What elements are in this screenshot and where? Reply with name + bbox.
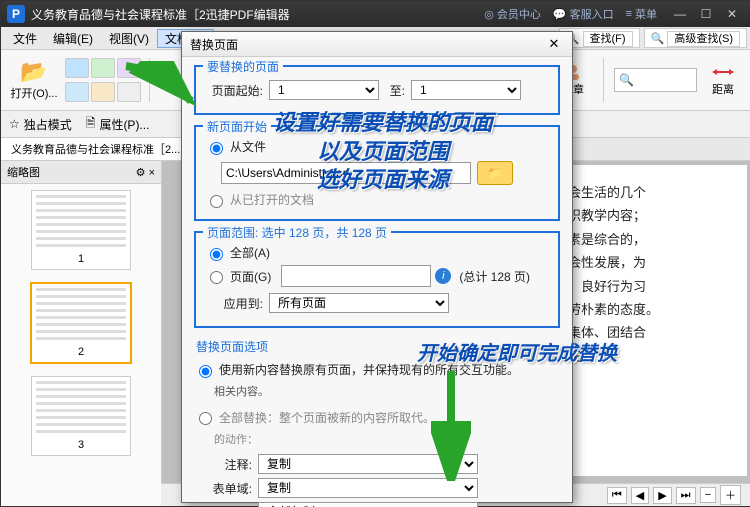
dialog-close-icon[interactable]: ✕ <box>544 36 564 52</box>
document-tab[interactable]: 义务教育品德与社会课程标准［2...× <box>1 138 204 160</box>
to-select[interactable]: 1 <box>411 80 521 100</box>
new-page-group: 新页面开始 从文件 📁 从已打开的文档 <box>194 125 560 221</box>
from-label: 页面起始: <box>205 82 263 99</box>
form-select[interactable]: 复制 <box>258 478 478 498</box>
distance-tool[interactable]: 距离 <box>703 60 743 100</box>
pages-to-replace-group: 要替换的页面 页面起始: 1 至: 1 <box>194 65 560 115</box>
search-input[interactable] <box>634 70 692 90</box>
feedback-link[interactable]: 💬 客服入口 <box>553 6 614 22</box>
from-file-radio[interactable] <box>210 142 223 155</box>
bookmark-label: 书签: <box>194 504 252 507</box>
search-box[interactable]: 🔍 <box>614 68 697 92</box>
min-button[interactable]: — <box>667 4 693 24</box>
pages-input[interactable] <box>281 265 431 287</box>
annotation-label: 注释: <box>194 456 252 473</box>
panel-close-icon[interactable]: × <box>149 167 155 179</box>
nav-next[interactable]: ▶ <box>653 487 671 504</box>
replace-content-radio[interactable] <box>199 365 212 378</box>
thumbnail-panel: 缩略图 ⚙ × 1 2 3 <box>1 161 162 506</box>
dialog-title: 替换页面 <box>190 36 544 53</box>
member-link[interactable]: ◎ 会员中心 <box>484 6 541 22</box>
window-title: 义务教育品德与社会课程标准［2迅捷PDF编辑器 <box>31 6 484 23</box>
tb-icon[interactable] <box>117 82 141 102</box>
menu-file[interactable]: 文件 <box>5 30 45 47</box>
toolbar-small-icons <box>65 58 139 102</box>
thumbnail-3[interactable]: 3 <box>31 376 131 456</box>
options-legend: 替换页面选项 <box>196 338 560 355</box>
menu-edit[interactable]: 编辑(E) <box>45 30 101 47</box>
distance-icon <box>712 63 734 81</box>
pages-radio[interactable] <box>210 271 223 284</box>
exclusive-mode[interactable]: ☆ 独占模式 <box>9 116 72 133</box>
thumbnail-1[interactable]: 1 <box>31 190 131 270</box>
max-button[interactable]: ☐ <box>693 4 719 24</box>
replace-all-radio[interactable] <box>199 412 212 425</box>
from-open-radio[interactable] <box>210 195 223 208</box>
file-path-input[interactable] <box>221 162 471 184</box>
titlebar: P 义务教育品德与社会课程标准［2迅捷PDF编辑器 ◎ 会员中心 💬 客服入口 … <box>1 1 750 27</box>
zoom-in[interactable]: ＋ <box>720 485 741 505</box>
to-label: 至: <box>385 82 405 99</box>
open-button[interactable]: 📂 打开(O)... <box>9 55 59 105</box>
search-icon: 🔍 <box>619 73 634 87</box>
page-range-group: 页面范围: 选中 128 页，共 128 页 全部(A) 页面(G) i (总计… <box>194 231 560 328</box>
nav-first[interactable]: ⏮ <box>607 487 627 504</box>
thumbnail-2[interactable]: 2 <box>30 282 132 364</box>
tb-icon[interactable] <box>91 58 115 78</box>
folder-icon: 📁 <box>488 166 503 180</box>
from-select[interactable]: 1 <box>269 80 379 100</box>
close-button[interactable]: ✕ <box>719 4 745 24</box>
all-pages-radio[interactable] <box>210 248 223 261</box>
tb-icon[interactable] <box>65 82 89 102</box>
page-content: 社会生活的几个 组织教学内容； 要素是综合的， 社会性发展，为 心、良好行为习 … <box>543 165 747 476</box>
panel-opts-icon[interactable]: ⚙ <box>136 167 146 179</box>
apply-select[interactable]: 所有页面 <box>269 293 449 313</box>
nav-prev[interactable]: ◀ <box>631 487 649 504</box>
replace-pages-dialog: 替换页面 ✕ 要替换的页面 页面起始: 1 至: 1 新页面开始 从文件 📁 从… <box>181 31 573 503</box>
app-logo: P <box>7 5 25 23</box>
menu-view[interactable]: 视图(V) <box>101 30 157 47</box>
apply-label: 应用到: <box>205 295 263 312</box>
browse-button[interactable]: 📁 <box>477 161 513 185</box>
annotation-select[interactable]: 复制 <box>258 454 478 474</box>
panel-title: 缩略图 <box>7 164 40 180</box>
properties[interactable]: 🗎 属性(P)... <box>86 114 150 135</box>
tb-icon[interactable] <box>117 58 141 78</box>
tb-icon[interactable] <box>91 82 115 102</box>
menu-link[interactable]: ≡ 菜单 <box>626 6 657 22</box>
nav-last[interactable]: ⏭ <box>676 487 696 504</box>
info-icon[interactable]: i <box>435 268 451 284</box>
folder-icon: 📂 <box>20 59 47 85</box>
adv-find-button[interactable]: 🔍 高级查找(S) <box>644 28 747 48</box>
form-label: 表单域: <box>194 480 252 497</box>
tb-icon[interactable] <box>65 58 89 78</box>
zoom-out[interactable]: − <box>700 487 716 503</box>
